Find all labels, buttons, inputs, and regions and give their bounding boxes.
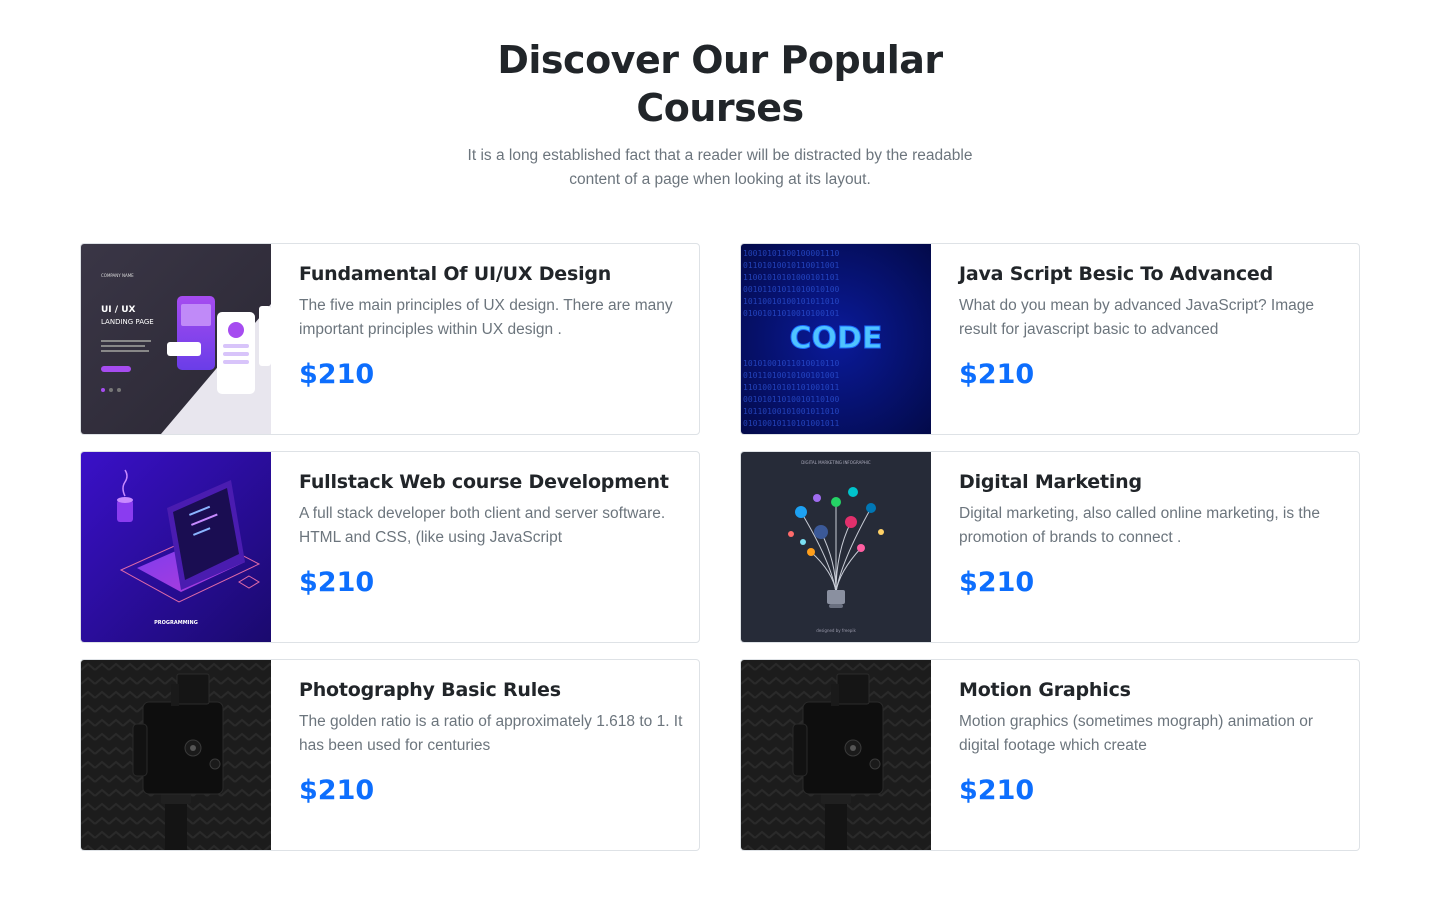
course-description: Digital marketing, also called online ma… [959,505,1320,546]
course-title[interactable]: Fundamental Of UI/UX Design [299,260,685,288]
course-title[interactable]: Digital Marketing [959,468,1345,496]
course-price: $210 [299,359,375,390]
company-name: COMPANY NAME [101,273,134,278]
course-image-camera[interactable] [81,660,271,850]
course-title[interactable]: Java Script Besic To Advanced [959,260,1345,288]
course-card[interactable]: Photography Basic Rules The golden ratio… [80,659,700,851]
course-card[interactable]: COMPANY NAME UI / UX LANDING PAGE Fundam… [80,243,700,435]
course-card[interactable]: 10010101100100001110 0110101001011001100… [740,243,1360,435]
section-title: Discover Our Popular Courses [497,38,943,130]
course-price: $210 [299,775,375,806]
landing-page-heading: LANDING PAGE [101,318,154,326]
course-description: Motion graphics (sometimes mograph) anim… [959,713,1314,754]
course-description: A full stack developer both client and s… [299,505,666,546]
svg-text:01011010010100101001: 01011010010100101001 [743,371,840,380]
course-price: $210 [299,567,375,598]
svg-text:10110010100101011010: 10110010100101011010 [743,297,840,306]
course-card[interactable]: DIGITAL MARKETING INFOGRAPHIC designed b… [740,451,1360,643]
svg-text:00101011010010110100: 00101011010010110100 [743,395,840,404]
course-card[interactable]: Motion Graphics Motion graphics (sometim… [740,659,1360,851]
course-description: The five main principles of UX design. T… [299,297,673,338]
course-price: $210 [959,359,1035,390]
svg-text:01001011010010100101: 01001011010010100101 [743,309,840,318]
course-card[interactable]: PROGRAMMING Fullstack Web course Develop… [80,451,700,643]
course-description: What do you mean by advanced JavaScript?… [959,297,1314,338]
code-word: CODE [790,321,883,356]
svg-text:10101001011010010110: 10101001011010010110 [743,359,840,368]
course-description: The golden ratio is a ratio of approxima… [299,713,683,754]
course-title[interactable]: Motion Graphics [959,676,1345,704]
infographic-credit: designed by freepik [816,628,856,633]
svg-text:10110100101001011010: 10110100101001011010 [743,407,840,416]
course-price: $210 [959,775,1035,806]
course-image-uiux[interactable]: COMPANY NAME UI / UX LANDING PAGE [81,244,271,434]
ui-ux-heading: UI / UX [101,305,136,315]
course-image-digital-marketing[interactable]: DIGITAL MARKETING INFOGRAPHIC designed b… [741,452,931,642]
course-image-camera[interactable] [741,660,931,850]
svg-text:11001010101000101101: 11001010101000101101 [743,273,840,282]
programming-caption: PROGRAMMING [154,620,198,626]
course-title[interactable]: Fullstack Web course Development [299,468,685,496]
section-subtitle: It is a long established fact that a rea… [467,147,973,188]
course-image-fullstack[interactable]: PROGRAMMING [81,452,271,642]
svg-text:01010010110101001011: 01010010110101001011 [743,419,840,428]
infographic-heading: DIGITAL MARKETING INFOGRAPHIC [801,460,871,465]
course-price: $210 [959,567,1035,598]
section-header: Discover Our Popular Courses It is a lon… [0,36,1440,192]
svg-text:10010101100100001110: 10010101100100001110 [743,249,840,258]
course-title[interactable]: Photography Basic Rules [299,676,685,704]
course-image-javascript[interactable]: 10010101100100001110 0110101001011001100… [741,244,931,434]
svg-text:01101010010110011001: 01101010010110011001 [743,261,840,270]
svg-text:00101101011010010100: 00101101011010010100 [743,285,840,294]
svg-text:11010010101101001011: 11010010101101001011 [743,383,840,392]
